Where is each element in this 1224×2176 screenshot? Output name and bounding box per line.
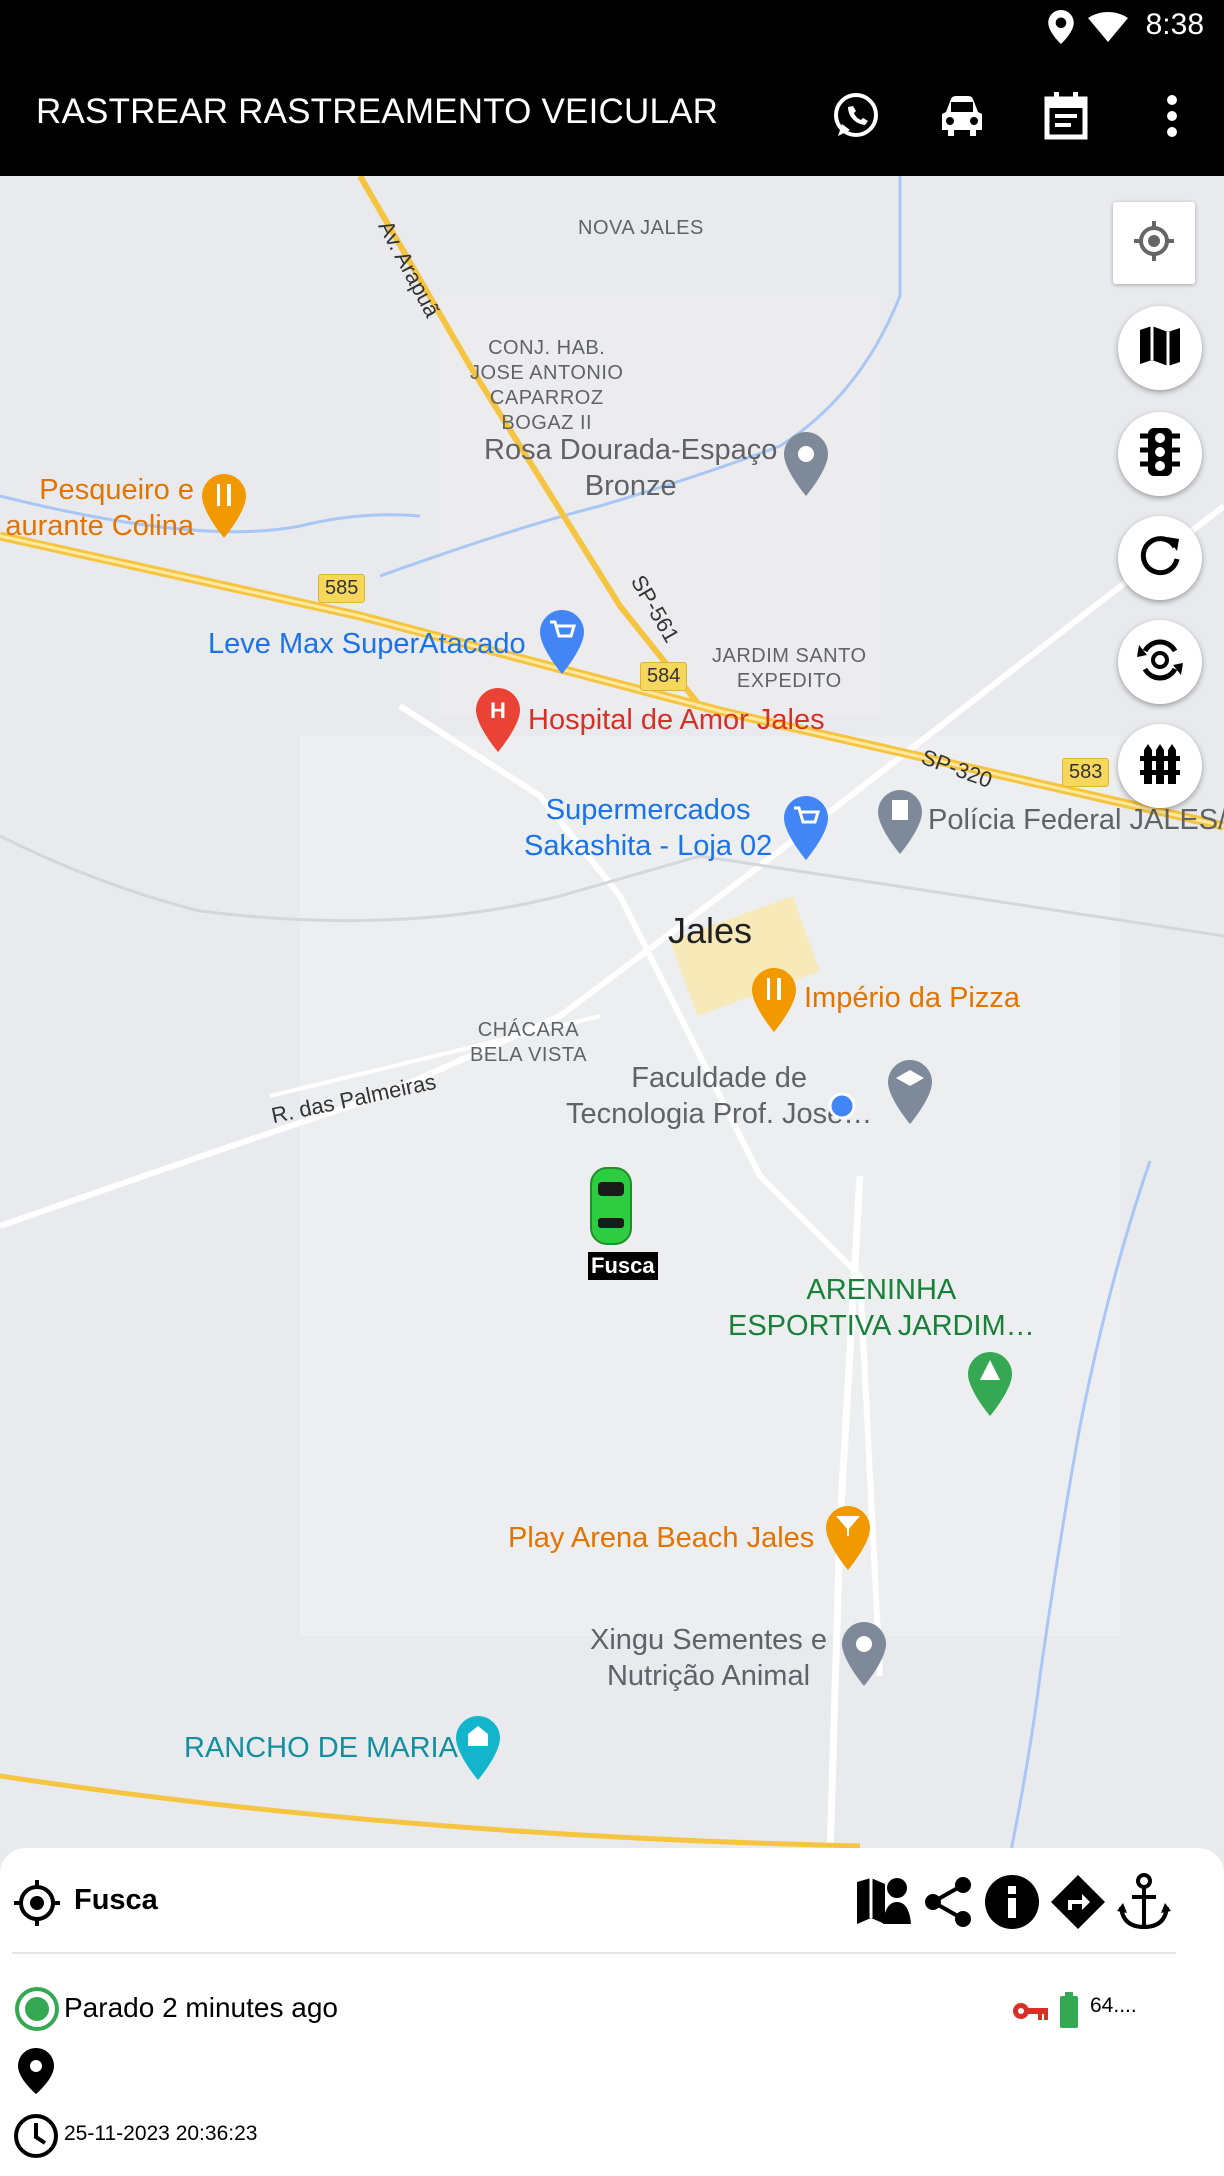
poi-label-areninha: ARENINHA ESPORTIVA JARDIM…	[728, 1274, 1035, 1342]
share-button[interactable]	[918, 1874, 978, 1934]
city-label: Jales	[668, 910, 753, 951]
vehicle-name: Fusca	[74, 1884, 158, 1916]
share-icon	[921, 1875, 975, 1934]
place-pin-icon-2[interactable]	[842, 1622, 886, 1691]
area-label-conj-hab: CONJ. HAB. JOSE ANTONIO CAPARROZ BOGAZ I…	[470, 337, 624, 434]
poi-label-hospital: Hospital de Amor Jales	[528, 704, 825, 736]
school-pin-icon[interactable]	[888, 1060, 932, 1129]
route-shield-585: 585	[318, 574, 366, 603]
poi-label-xingu: Xingu Sementes e Nutrição Animal	[590, 1624, 827, 1692]
hospital-pin-icon[interactable]: H	[476, 688, 520, 757]
vehicle-map-label: Fusca	[588, 1252, 658, 1280]
auto-refresh-button[interactable]	[1118, 620, 1202, 704]
battery-icon	[1058, 1990, 1080, 2030]
geofence-icon	[1136, 740, 1184, 793]
my-location-icon	[1132, 219, 1176, 268]
poi-label-faculdade: Faculdade de Tecnologia Prof. José…	[566, 1062, 873, 1130]
clock-icon	[12, 2112, 60, 2160]
map-type-icon	[1136, 322, 1184, 375]
poi-label-supermercados: Supermercados Sakashita - Loja 02	[524, 794, 773, 862]
map-view[interactable]: NOVA JALES CONJ. HAB. JOSE ANTONIO CAPAR…	[0, 176, 1224, 1856]
ignition-key-icon	[1012, 1996, 1048, 2026]
route-shield-584: 584	[640, 662, 688, 691]
info-icon	[984, 1874, 1040, 1935]
lodging-pin-icon[interactable]	[456, 1716, 500, 1785]
current-location-dot	[828, 1092, 856, 1125]
vehicle-target-icon[interactable]	[12, 1878, 62, 1928]
battery-value: 64....	[1090, 1994, 1137, 2017]
whatsapp-icon[interactable]	[826, 86, 886, 146]
more-vert-icon[interactable]	[1142, 86, 1202, 146]
vehicle-info-panel: Fusca Parado 2 minutes ago 64.... 25-11-…	[0, 1848, 1224, 2176]
bar-pin-icon[interactable]	[826, 1506, 870, 1575]
info-button[interactable]	[982, 1874, 1042, 1934]
vehicle-car-icon[interactable]	[588, 1166, 634, 1251]
shopping-cart-pin-icon-2[interactable]	[784, 796, 828, 865]
car-icon[interactable]	[932, 86, 992, 146]
place-pin-icon[interactable]	[784, 432, 828, 501]
poi-label-policia-federal: Polícia Federal JALES/	[928, 804, 1224, 836]
poi-label-imperio-pizza: Império da Pizza	[804, 982, 1020, 1014]
app-bar: RASTREAR RASTREAMENTO VEICULAR	[0, 56, 1224, 176]
last-update-datetime: 25-11-2023 20:36:23	[64, 2122, 258, 2145]
refresh-button[interactable]	[1118, 516, 1202, 600]
svg-text:H: H	[490, 698, 506, 723]
location-status-icon	[1048, 10, 1074, 49]
shopping-cart-pin-icon[interactable]	[540, 610, 584, 679]
auto-refresh-icon	[1135, 635, 1185, 690]
panel-divider	[12, 1952, 1176, 1954]
traffic-button[interactable]	[1118, 412, 1202, 496]
park-pin-icon[interactable]	[968, 1352, 1012, 1421]
anchor-icon	[1117, 1872, 1171, 1936]
area-label-nova-jales: NOVA JALES	[578, 217, 704, 239]
map-user-icon	[855, 1874, 913, 1935]
wifi-icon	[1088, 12, 1128, 47]
anchor-button[interactable]	[1114, 1872, 1174, 1936]
app-title: RASTREAR RASTREAMENTO VEICULAR	[36, 92, 719, 131]
status-bar: 8:38	[0, 0, 1224, 56]
poi-label-levemax: Leve Max SuperAtacado	[208, 628, 526, 660]
poi-label-play-arena: Play Arena Beach Jales	[508, 1522, 815, 1554]
clock: 8:38	[1145, 8, 1204, 41]
traffic-icon	[1136, 426, 1184, 483]
status-stopped-icon	[14, 1986, 60, 2032]
map-type-button[interactable]	[1118, 306, 1202, 390]
police-pin-icon[interactable]	[878, 790, 922, 859]
directions-icon	[1050, 1874, 1106, 1935]
my-location-button[interactable]	[1113, 202, 1195, 284]
vehicle-status-text: Parado 2 minutes ago	[64, 1992, 338, 2023]
directions-button[interactable]	[1048, 1874, 1108, 1934]
poi-label-rancho: RANCHO DE MARIA	[184, 1732, 458, 1764]
map-user-button[interactable]	[854, 1874, 914, 1934]
poi-label-pesqueiro: Pesqueiro e aurante Colina	[5, 474, 194, 542]
geofence-button[interactable]	[1118, 724, 1202, 808]
refresh-icon	[1137, 533, 1183, 584]
route-shield-583: 583	[1062, 758, 1110, 787]
restaurant-pin-icon[interactable]	[202, 474, 246, 543]
poi-label-rosa-dourada: Rosa Dourada-Espaço Bronze	[484, 434, 778, 502]
restaurant-pin-icon-2[interactable]	[752, 968, 796, 1037]
calendar-icon[interactable]	[1036, 86, 1096, 146]
area-label-jardim-santo: JARDIM SANTO EXPEDITO	[712, 645, 867, 692]
address-pin-icon	[16, 2046, 56, 2096]
